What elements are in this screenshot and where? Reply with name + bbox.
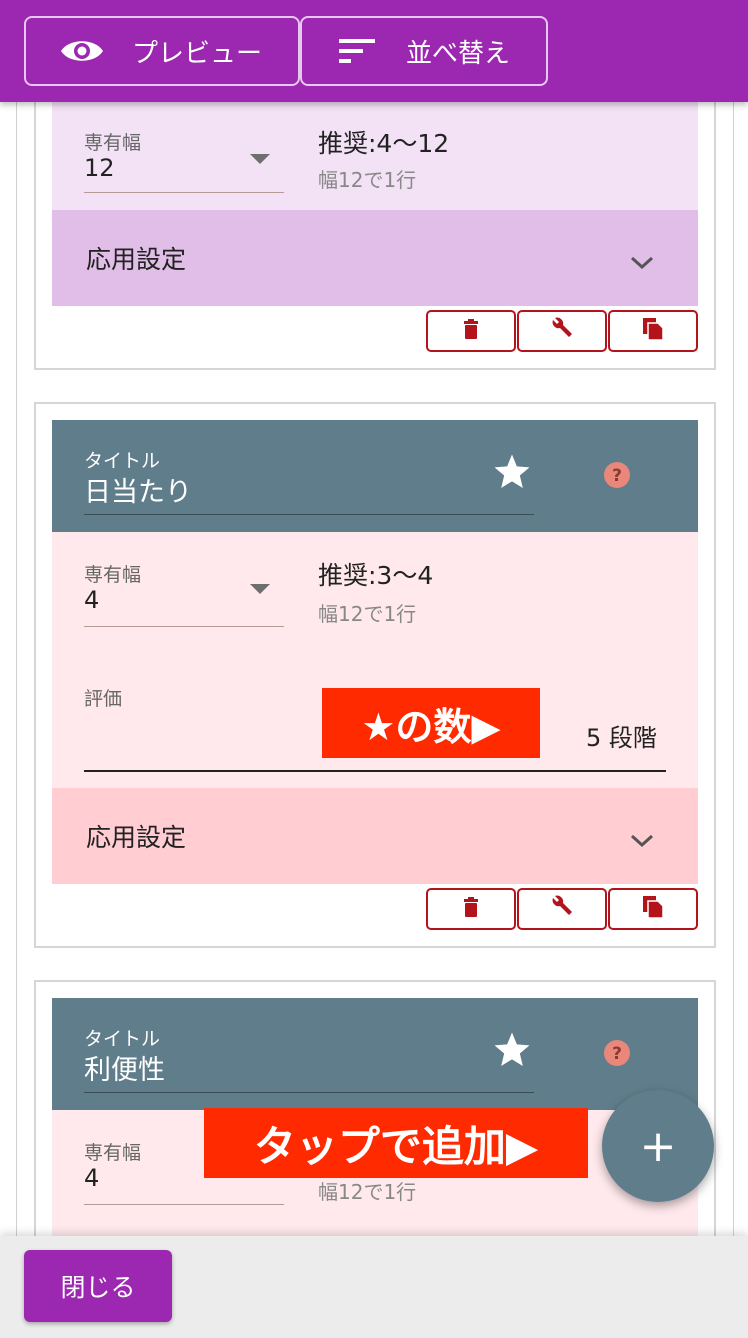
title-underline [84, 514, 534, 515]
bottom-bar: 閉じる [0, 1236, 748, 1338]
recommend-subtext: 幅12で1行 [318, 1180, 417, 1204]
width-label: 専有幅 [84, 132, 142, 154]
rating-underline [84, 770, 666, 772]
advanced-settings-label: 応用設定 [86, 245, 187, 274]
width-label: 専有幅 [84, 564, 142, 586]
title-underline [84, 1092, 534, 1093]
delete-button[interactable] [426, 310, 516, 352]
settings-button[interactable] [517, 888, 607, 930]
recommend-text: 推奨:4〜12 [318, 129, 450, 158]
dropdown-arrow-icon[interactable] [250, 154, 270, 164]
plus-icon: + [639, 1120, 677, 1172]
width-value[interactable]: 4 [84, 1164, 99, 1192]
recommend-text: 推奨:3〜4 [318, 561, 434, 590]
dropdown-arrow-icon[interactable] [250, 584, 270, 594]
sort-icon [338, 37, 378, 65]
width-select-underline [84, 626, 284, 627]
eye-icon [58, 36, 106, 66]
field-card-1: 専有幅 12 推奨:4〜12 幅12で1行 応用設定 [34, 60, 716, 370]
preview-label: プレビュー [132, 38, 263, 69]
add-field-fab[interactable]: + [602, 1090, 714, 1202]
copy-button[interactable] [608, 888, 698, 930]
copy-icon [642, 895, 664, 923]
copy-button[interactable] [608, 310, 698, 352]
title-caption: タイトル [84, 450, 161, 472]
title-bar: タイトル 日当たり ? [52, 420, 698, 532]
wrench-icon [550, 895, 574, 923]
advanced-settings-toggle[interactable]: 応用設定 [52, 788, 698, 884]
width-label: 専有幅 [84, 1142, 142, 1164]
rating-label: 評価 [84, 688, 123, 710]
width-select-underline [84, 1204, 284, 1205]
width-value[interactable]: 12 [84, 154, 115, 182]
star-icon[interactable] [492, 1030, 532, 1074]
copy-icon [642, 317, 664, 345]
width-select-underline [84, 192, 284, 193]
card-body: 専有幅 12 推奨:4〜12 幅12で1行 [52, 102, 698, 210]
trash-icon [463, 897, 479, 921]
sort-button[interactable]: 並べ替え [300, 16, 548, 86]
recommend-subtext: 幅12で1行 [318, 602, 417, 626]
settings-button[interactable] [517, 310, 607, 352]
wrench-icon [550, 317, 574, 345]
title-input[interactable]: 日当たり [84, 470, 192, 509]
chevron-down-icon [630, 248, 654, 277]
svg-text:?: ? [612, 1044, 622, 1064]
help-icon[interactable]: ? [602, 1038, 632, 1072]
field-card-2: タイトル 日当たり ? 専有幅 4 推奨:3〜4 幅12で1行 評価 5 段階 … [34, 402, 716, 948]
title-input[interactable]: 利便性 [84, 1048, 165, 1087]
star-icon[interactable] [492, 452, 532, 496]
delete-button[interactable] [426, 888, 516, 930]
trash-icon [463, 319, 479, 343]
advanced-settings-toggle[interactable]: 応用設定 [52, 210, 698, 306]
svg-text:?: ? [612, 466, 622, 486]
star-count-annotation: ★の数▶ [322, 688, 540, 758]
preview-button[interactable]: プレビュー [24, 16, 300, 86]
top-toolbar: プレビュー 並べ替え [0, 0, 748, 102]
help-icon[interactable]: ? [602, 460, 632, 494]
chevron-down-icon [630, 826, 654, 855]
title-caption: タイトル [84, 1028, 161, 1050]
rating-value[interactable]: 5 段階 [586, 718, 657, 753]
width-value[interactable]: 4 [84, 586, 99, 614]
close-button[interactable]: 閉じる [24, 1250, 172, 1322]
sort-label: 並べ替え [406, 38, 511, 69]
title-bar: タイトル 利便性 ? [52, 998, 698, 1110]
recommend-subtext: 幅12で1行 [318, 168, 417, 192]
tap-to-add-annotation: タップで追加▶ [204, 1108, 588, 1178]
advanced-settings-label: 応用設定 [86, 823, 187, 852]
